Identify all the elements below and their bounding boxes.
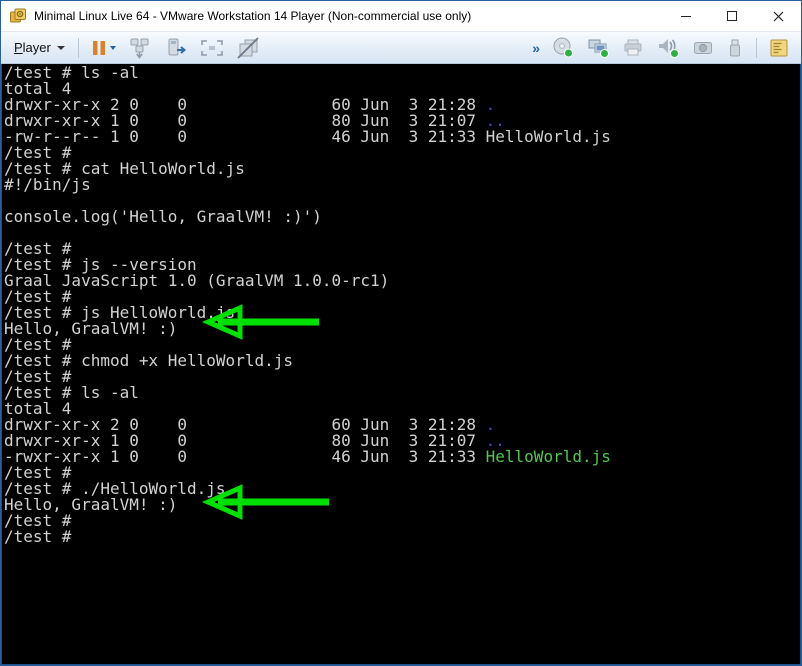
unity-icon bbox=[236, 37, 260, 59]
toolbar-separator bbox=[78, 38, 79, 58]
chevron-down-icon bbox=[57, 46, 65, 50]
pause-icon bbox=[91, 39, 107, 57]
terminal-line: -rwxr-xr-x 1 0 0 46 Jun 3 21:33 HelloWor… bbox=[4, 449, 800, 465]
toolbar: Player bbox=[1, 32, 801, 64]
printer-icon bbox=[622, 38, 644, 58]
library-button[interactable] bbox=[765, 36, 793, 60]
maximize-button[interactable] bbox=[709, 1, 755, 32]
minimize-button[interactable] bbox=[663, 1, 709, 32]
terminal-line: /test # chmod +x HelloWorld.js bbox=[4, 353, 800, 369]
terminal-line: console.log('Hello, GraalVM! :)') bbox=[4, 209, 800, 225]
window-controls bbox=[663, 1, 801, 32]
player-menu[interactable]: Player bbox=[7, 37, 72, 58]
virtual-displays-icon bbox=[586, 37, 610, 58]
terminal-line bbox=[4, 225, 800, 241]
terminal-line: /test # ls -al bbox=[4, 385, 800, 401]
webcam-icon bbox=[692, 38, 714, 58]
usb-button[interactable] bbox=[722, 36, 748, 60]
close-icon bbox=[773, 11, 784, 22]
close-button[interactable] bbox=[755, 1, 801, 32]
terminal-line: /test # bbox=[4, 513, 800, 529]
send-ctrl-alt-del-button[interactable] bbox=[124, 35, 156, 61]
titlebar[interactable]: Minimal Linux Live 64 - VMware Workstati… bbox=[1, 1, 801, 32]
window-title: Minimal Linux Live 64 - VMware Workstati… bbox=[34, 9, 663, 23]
terminal-line: Hello, GraalVM! :) bbox=[4, 321, 800, 337]
virtual-displays-button[interactable] bbox=[582, 35, 614, 60]
usb-icon bbox=[726, 38, 744, 58]
terminal-line: Hello, GraalVM! :) bbox=[4, 497, 800, 513]
pause-button[interactable] bbox=[87, 37, 120, 59]
pause-dropdown-icon bbox=[110, 46, 116, 50]
maximize-icon bbox=[727, 11, 737, 21]
cd-dvd-icon bbox=[552, 37, 574, 58]
virtual-devices-icon bbox=[164, 37, 188, 59]
send-ctrl-alt-del-icon bbox=[128, 37, 152, 59]
vmware-player-window: Minimal Linux Live 64 - VMware Workstati… bbox=[0, 0, 802, 666]
cd-dvd-button[interactable] bbox=[548, 35, 578, 60]
player-menu-label: Player bbox=[14, 40, 51, 55]
terminal-line: Graal JavaScript 1.0 (GraalVM 1.0.0-rc1) bbox=[4, 273, 800, 289]
terminal-line: #!/bin/js bbox=[4, 177, 800, 193]
terminal-line: /test # ls -al bbox=[4, 65, 800, 81]
terminal-line: -rw-r--r-- 1 0 0 46 Jun 3 21:33 HelloWor… bbox=[4, 129, 800, 145]
sound-icon bbox=[656, 37, 680, 58]
expand-toolbar-icon[interactable]: » bbox=[528, 40, 544, 56]
fullscreen-icon bbox=[200, 39, 224, 57]
sound-button[interactable] bbox=[652, 35, 684, 60]
webcam-button[interactable] bbox=[688, 36, 718, 60]
virtual-devices-button[interactable] bbox=[160, 35, 192, 61]
fullscreen-button[interactable] bbox=[196, 37, 228, 59]
printer-button[interactable] bbox=[618, 36, 648, 60]
terminal-line: /test # cat HelloWorld.js bbox=[4, 161, 800, 177]
minimize-icon bbox=[681, 16, 691, 17]
library-icon bbox=[769, 38, 789, 58]
toolbar-separator bbox=[756, 38, 757, 58]
terminal-line: /test # bbox=[4, 529, 800, 545]
terminal-output: /test # ls -altotal 4drwxr-xr-x 2 0 0 60… bbox=[4, 65, 800, 545]
terminal-screen[interactable]: /test # ls -altotal 4drwxr-xr-x 2 0 0 60… bbox=[1, 64, 801, 665]
vmware-player-icon bbox=[9, 7, 27, 25]
unity-button[interactable] bbox=[232, 35, 264, 61]
